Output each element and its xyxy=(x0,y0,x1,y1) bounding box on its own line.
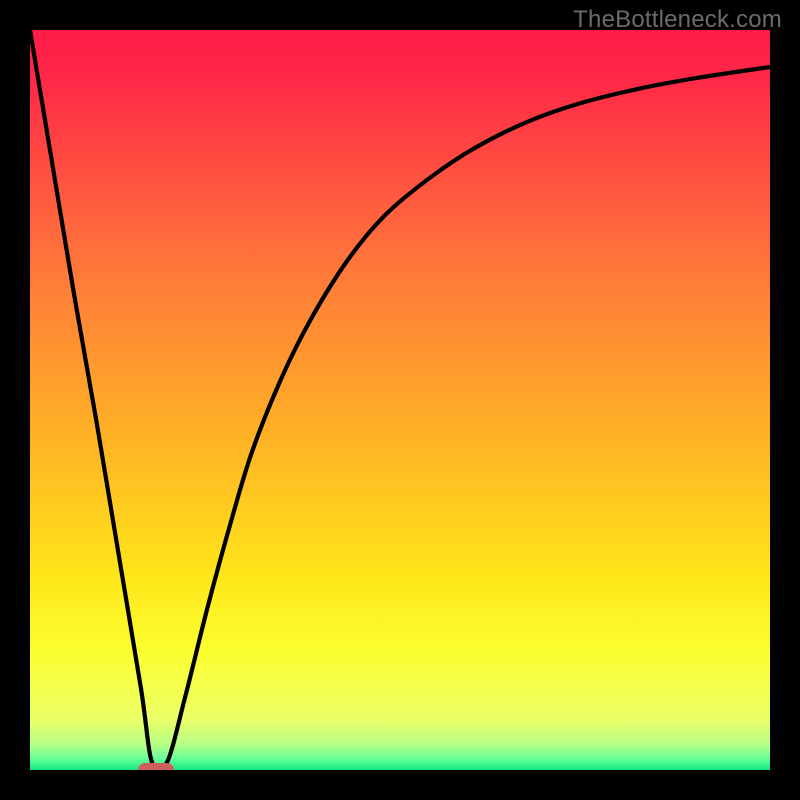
series-curve xyxy=(30,30,770,770)
curve-layer xyxy=(30,30,770,770)
chart-frame: TheBottleneck.com xyxy=(0,0,800,800)
plot-area xyxy=(30,30,770,770)
watermark-text: TheBottleneck.com xyxy=(573,6,782,34)
optimal-point-marker xyxy=(138,763,174,770)
